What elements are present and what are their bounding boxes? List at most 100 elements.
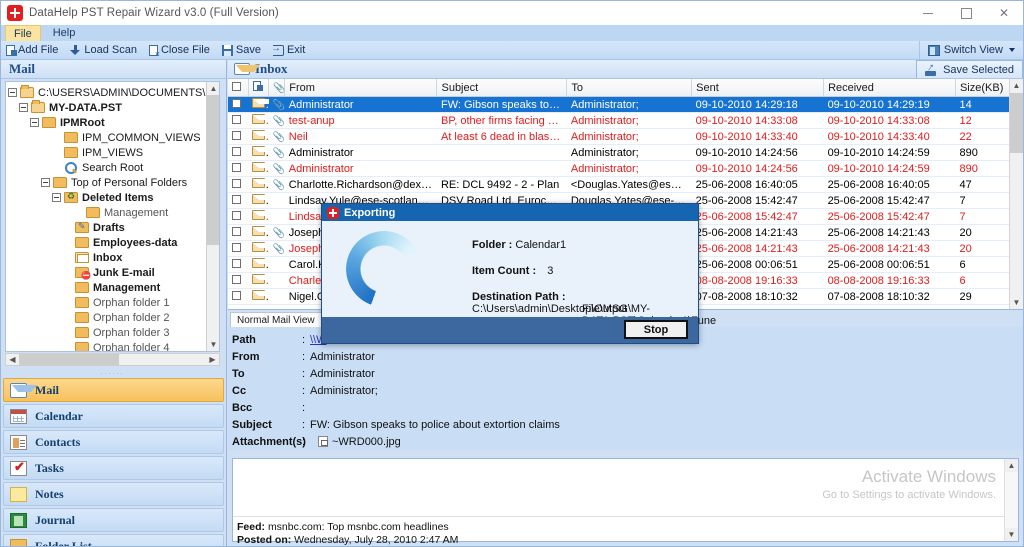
message-checkbox[interactable] xyxy=(232,115,241,124)
tree-node[interactable]: IPM_COMMON_VIEWS xyxy=(8,130,219,145)
nav-item-calendar[interactable]: Calendar xyxy=(3,404,224,428)
select-all-checkbox[interactable] xyxy=(232,82,241,91)
message-row[interactable]: 📎test-anupBP, other firms facing 300 la.… xyxy=(228,113,1023,129)
list-scroll-up-icon[interactable]: ▲ xyxy=(1010,79,1023,92)
message-row[interactable]: 📎Charlotte.Richardson@dexio...RE: DCL 94… xyxy=(228,177,1023,193)
tree-vertical-scrollbar[interactable]: ▲ ▼ xyxy=(206,82,219,351)
tree-collapse-icon[interactable] xyxy=(30,118,39,127)
tree-node[interactable]: MY-DATA.PST xyxy=(8,100,219,115)
message-checkbox-cell[interactable] xyxy=(228,177,248,193)
column-header-selectall[interactable] xyxy=(228,79,248,97)
tree-node[interactable]: Junk E-mail xyxy=(8,265,219,280)
column-header-icon[interactable] xyxy=(248,79,268,97)
column-header-attachment[interactable]: 📎 xyxy=(269,79,285,97)
tree-scroll-up-icon[interactable]: ▲ xyxy=(207,82,220,95)
menu-item-file[interactable]: File xyxy=(5,25,41,42)
message-checkbox-cell[interactable] xyxy=(228,225,248,241)
message-checkbox[interactable] xyxy=(232,179,241,188)
folder-tree[interactable]: C:\USERS\ADMIN\DOCUMENTS\OUTLOOK FMY-DAT… xyxy=(5,81,220,352)
tab-normal-mail-view[interactable]: Normal Mail View xyxy=(230,312,322,327)
tree-node[interactable]: IPM_VIEWS xyxy=(8,145,219,160)
tree-node[interactable]: Orphan folder 3 xyxy=(8,325,219,340)
message-list-scrollbar[interactable]: ▲ ▼ xyxy=(1009,79,1023,309)
message-checkbox[interactable] xyxy=(232,163,241,172)
splitter-grip[interactable]: ...... xyxy=(5,369,220,376)
message-checkbox-cell[interactable] xyxy=(228,97,248,113)
column-header-received[interactable]: Received xyxy=(824,79,956,97)
nav-item-tasks[interactable]: Tasks xyxy=(3,456,224,480)
save-selected-button[interactable]: Save Selected xyxy=(916,60,1023,78)
feed-scroll-down-icon[interactable]: ▼ xyxy=(1005,528,1018,541)
message-row[interactable]: 📎AdministratorFW: Gibson speaks to polic… xyxy=(228,97,1023,113)
load-scan-button[interactable]: Load Scan xyxy=(65,42,142,59)
nav-item-journal[interactable]: Journal xyxy=(3,508,224,532)
message-checkbox[interactable] xyxy=(232,275,241,284)
tree-node[interactable]: Drafts xyxy=(8,220,219,235)
tree-collapse-icon[interactable] xyxy=(8,88,17,97)
tree-node[interactable]: Management xyxy=(8,205,219,220)
message-checkbox[interactable] xyxy=(232,291,241,300)
tree-node[interactable]: Orphan folder 1 xyxy=(8,295,219,310)
message-checkbox[interactable] xyxy=(232,131,241,140)
add-file-button[interactable]: Add File xyxy=(1,42,63,59)
minimize-button[interactable] xyxy=(909,1,947,25)
tree-scroll-down-icon[interactable]: ▼ xyxy=(207,338,220,351)
message-checkbox[interactable] xyxy=(232,195,241,204)
message-checkbox-cell[interactable] xyxy=(228,273,248,289)
save-button[interactable]: Save xyxy=(217,42,266,59)
message-checkbox-cell[interactable] xyxy=(228,257,248,273)
tree-node[interactable]: IPMRoot xyxy=(8,115,219,130)
close-file-button[interactable]: Close File xyxy=(144,42,215,59)
maximize-button[interactable] xyxy=(947,1,985,25)
tree-node[interactable]: Top of Personal Folders xyxy=(8,175,219,190)
message-checkbox[interactable] xyxy=(232,243,241,252)
message-checkbox[interactable] xyxy=(232,147,241,156)
tree-collapse-icon[interactable] xyxy=(19,103,28,112)
message-checkbox[interactable] xyxy=(232,211,241,220)
tree-node[interactable]: Inbox xyxy=(8,250,219,265)
message-checkbox-cell[interactable] xyxy=(228,209,248,225)
nav-item-contacts[interactable]: Contacts xyxy=(3,430,224,454)
close-button[interactable]: ✕ xyxy=(985,1,1023,25)
message-checkbox[interactable] xyxy=(232,259,241,268)
nav-item-mail[interactable]: Mail xyxy=(3,378,224,402)
tree-scroll-left-icon[interactable]: ◀ xyxy=(6,354,19,365)
message-checkbox-cell[interactable] xyxy=(228,161,248,177)
message-checkbox-cell[interactable] xyxy=(228,129,248,145)
tree-scroll-right-icon[interactable]: ▶ xyxy=(206,354,219,365)
message-checkbox-cell[interactable] xyxy=(228,193,248,209)
message-checkbox-cell[interactable] xyxy=(228,241,248,257)
tree-horizontal-scrollbar[interactable]: ◀ ▶ xyxy=(5,353,220,366)
list-scroll-down-icon[interactable]: ▼ xyxy=(1010,296,1023,309)
tree-scroll-thumb[interactable] xyxy=(207,95,220,245)
list-scroll-thumb[interactable] xyxy=(1010,93,1024,153)
switch-view-button[interactable]: Switch View xyxy=(920,41,1023,60)
tree-node[interactable]: Orphan folder 2 xyxy=(8,310,219,325)
message-row[interactable]: 📎NeilAt least 6 dead in blast at Ch...Ad… xyxy=(228,129,1023,145)
tree-collapse-icon[interactable] xyxy=(52,193,61,202)
feed-scroll-up-icon[interactable]: ▲ xyxy=(1005,459,1018,472)
tree-node[interactable]: Search Root xyxy=(8,160,219,175)
message-row[interactable]: 📎AdministratorAdministrator;09-10-2010 1… xyxy=(228,161,1023,177)
message-checkbox-cell[interactable] xyxy=(228,289,248,305)
tree-hscroll-thumb[interactable] xyxy=(19,354,119,365)
tree-node[interactable]: Deleted Items xyxy=(8,190,219,205)
column-header-to[interactable]: To xyxy=(567,79,692,97)
menu-item-help[interactable]: Help xyxy=(45,25,84,41)
tree-node[interactable]: Employees-data xyxy=(8,235,219,250)
tree-collapse-icon[interactable] xyxy=(41,178,50,187)
column-header-from[interactable]: From xyxy=(285,79,437,97)
column-header-sent[interactable]: Sent xyxy=(692,79,824,97)
tree-node[interactable]: Management xyxy=(8,280,219,295)
column-header-subject[interactable]: Subject xyxy=(437,79,567,97)
message-checkbox[interactable] xyxy=(232,99,241,108)
message-checkbox-cell[interactable] xyxy=(228,145,248,161)
nav-item-notes[interactable]: Notes xyxy=(3,482,224,506)
tree-node[interactable]: C:\USERS\ADMIN\DOCUMENTS\OUTLOOK F xyxy=(8,85,219,100)
exit-button[interactable]: Exit xyxy=(268,42,310,59)
nav-item-folder-list[interactable]: Folder List xyxy=(3,534,224,547)
stop-button[interactable]: Stop xyxy=(624,320,688,339)
message-checkbox[interactable] xyxy=(232,227,241,236)
feed-scrollbar[interactable]: ▲ ▼ xyxy=(1004,459,1018,541)
message-row[interactable]: 📎AdministratorAdministrator;09-10-2010 1… xyxy=(228,145,1023,161)
